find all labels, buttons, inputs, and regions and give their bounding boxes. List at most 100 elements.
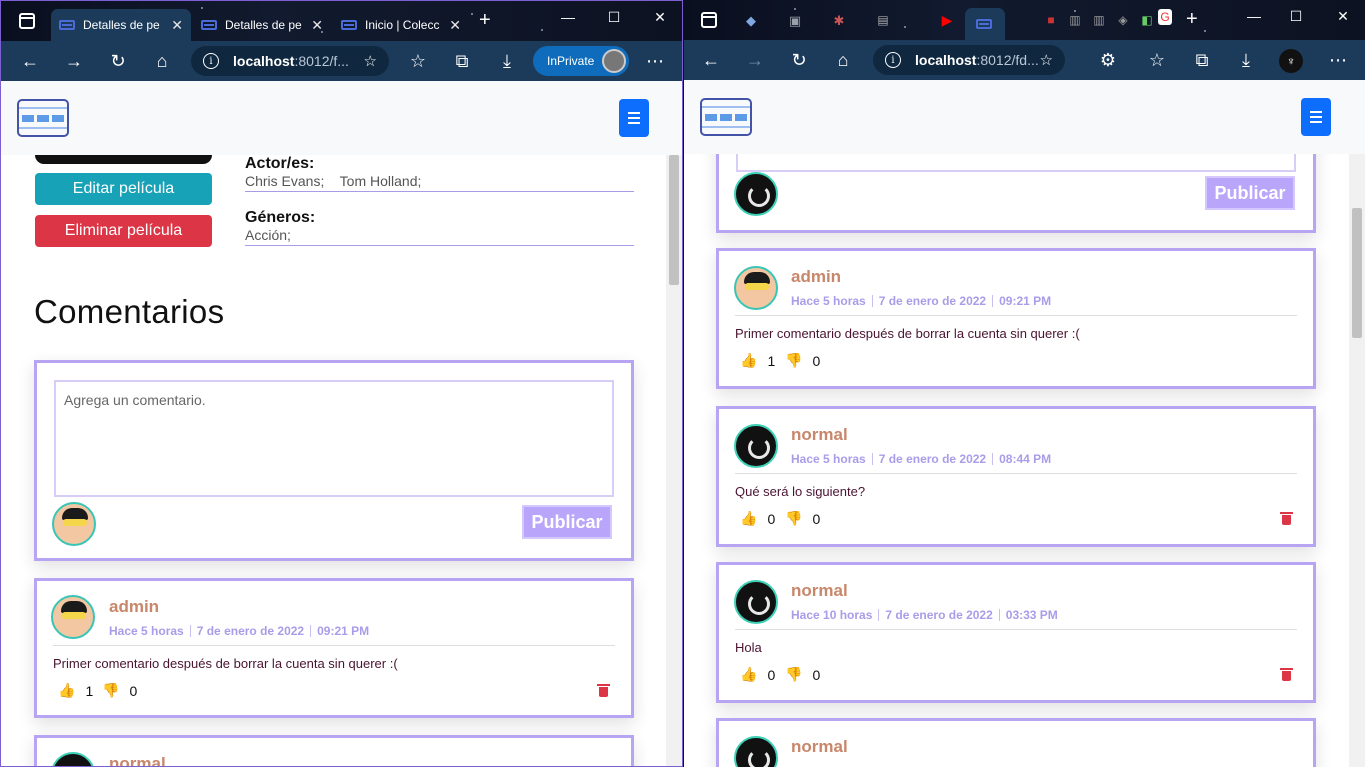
site-logo[interactable] [17, 99, 69, 137]
delete-comment-icon[interactable] [597, 684, 610, 697]
pinned-tab-icon[interactable]: ◆ [740, 9, 762, 31]
youtube-icon[interactable]: ▶ [936, 9, 958, 31]
url-field[interactable]: i localhost:8012/f... ☆ [191, 46, 389, 76]
left-browser-window: Detalles de pe ✕ Detalles de pe ✕ Inicio |… [0, 0, 683, 767]
comment-username[interactable]: admin [109, 597, 159, 617]
minimize-icon[interactable]: — [1240, 8, 1268, 24]
collections-icon[interactable]: ⧉ [1191, 49, 1213, 71]
close-tab-icon[interactable]: ✕ [171, 17, 183, 34]
new-tab-icon[interactable]: + [479, 10, 491, 30]
like-button[interactable]: 👍 1 [740, 352, 775, 369]
profile-avatar [602, 49, 626, 73]
forward-icon[interactable]: → [63, 50, 85, 72]
more-menu-icon[interactable]: ⋯ [1327, 49, 1349, 71]
back-icon[interactable]: ← [700, 49, 722, 71]
minimize-icon[interactable]: — [554, 9, 582, 25]
tab-inicio[interactable]: Inicio | Colecc ✕ [333, 9, 469, 41]
like-button[interactable]: 👍 1 [58, 682, 93, 699]
site-favicon-icon [976, 19, 992, 29]
pinned-tab-icon[interactable]: ◧ [1136, 9, 1158, 31]
add-favorite-icon[interactable]: ☆ [364, 52, 377, 70]
pinned-tab-icon[interactable]: ■ [1040, 9, 1062, 31]
comment-card: admin Hace 5 horas 7 de enero de 2022 09:2… [716, 248, 1316, 389]
actors-value: Chris Evans; Tom Holland; [245, 173, 634, 192]
downloads-icon[interactable]: ⤓ [496, 50, 518, 72]
url-field[interactable]: i localhost:8012/fd... ☆ [873, 45, 1065, 75]
comment-username[interactable]: normal [109, 754, 166, 766]
avatar [734, 424, 778, 468]
menu-toggle-button[interactable] [1301, 98, 1331, 136]
like-button[interactable]: 👍 0 [740, 666, 775, 683]
divider [735, 315, 1297, 316]
avatar [734, 266, 778, 310]
profile-avatar[interactable]: ♆ [1279, 49, 1303, 73]
new-tab-icon[interactable]: + [1186, 9, 1198, 29]
delete-movie-button[interactable]: Eliminar película [35, 215, 212, 247]
site-info-icon[interactable]: i [885, 52, 901, 68]
tab-actions-icon[interactable] [17, 11, 37, 31]
delete-comment-icon[interactable] [1280, 668, 1293, 681]
tab-bar: Detalles de pe ✕ Detalles de pe ✕ Inicio |… [1, 1, 682, 41]
comment-text: Primer comentario después de borrar la c… [53, 656, 398, 671]
comment-username[interactable]: admin [791, 267, 841, 287]
refresh-icon[interactable]: ↻ [788, 49, 810, 71]
tab-detalles-1[interactable]: Detalles de pe ✕ [51, 9, 191, 41]
inprivate-badge[interactable]: InPrivate [533, 46, 629, 76]
add-favorite-icon[interactable]: ☆ [1040, 51, 1053, 69]
more-menu-icon[interactable]: ⋯ [644, 50, 666, 72]
tab-actions-icon[interactable] [699, 10, 719, 30]
comment-card: admin Hace 5 horas 7 de enero de 2022 09:2… [34, 578, 634, 718]
pinned-tab-icon[interactable]: ▥ [1064, 9, 1086, 31]
downloads-icon[interactable]: ⤓ [1235, 49, 1257, 71]
home-icon[interactable]: ⌂ [832, 49, 854, 71]
refresh-icon[interactable]: ↻ [107, 50, 129, 72]
actors-label: Actor/es: [245, 155, 315, 172]
dislike-button[interactable]: 👎 0 [785, 666, 820, 683]
comment-username[interactable]: normal [791, 737, 848, 757]
site-navbar [684, 80, 1365, 154]
thumbs-down-icon: 👎 [785, 510, 803, 526]
site-navbar [1, 81, 682, 155]
favorites-icon[interactable]: ☆ [407, 50, 429, 72]
comment-input[interactable]: Agrega un comentario. [54, 380, 614, 497]
avatar [52, 502, 96, 546]
extensions-icon[interactable]: ⚙ [1097, 49, 1119, 71]
pinned-tab-icon[interactable]: ▣ [784, 9, 806, 31]
publish-button[interactable]: Publicar [1205, 176, 1295, 210]
comment-username[interactable]: normal [791, 425, 848, 445]
comment-username[interactable]: normal [791, 581, 848, 601]
back-icon[interactable]: ← [19, 50, 41, 72]
scrollbar[interactable] [1349, 154, 1365, 767]
edit-movie-button[interactable]: Editar película [35, 173, 212, 205]
forward-icon[interactable]: → [744, 49, 766, 71]
pinned-tab-icon[interactable]: ✱ [828, 9, 850, 31]
like-button[interactable]: 👍 0 [740, 510, 775, 527]
publish-button[interactable]: Publicar [522, 505, 612, 539]
tab-detalles-2[interactable]: Detalles de pe ✕ [193, 9, 331, 41]
home-icon[interactable]: ⌂ [151, 50, 173, 72]
collections-icon[interactable]: ⧉ [451, 50, 473, 72]
delete-comment-icon[interactable] [1280, 512, 1293, 525]
site-logo[interactable] [700, 98, 752, 136]
close-window-icon[interactable]: ✕ [1329, 8, 1357, 25]
maximize-icon[interactable]: ☐ [600, 9, 628, 26]
close-window-icon[interactable]: ✕ [646, 9, 674, 26]
dislike-button[interactable]: 👎 0 [102, 682, 137, 699]
pinned-tab-icon[interactable]: G [1158, 9, 1172, 25]
pinned-tab-icon[interactable]: ◈ [1112, 9, 1134, 31]
avatar [734, 172, 778, 216]
scrollbar[interactable] [666, 155, 682, 766]
active-tab[interactable] [965, 8, 1005, 40]
dislike-button[interactable]: 👎 0 [785, 352, 820, 369]
close-tab-icon[interactable]: ✕ [311, 17, 323, 34]
favorites-icon[interactable]: ☆ [1146, 49, 1168, 71]
pinned-tab-icon[interactable]: ▤ [872, 9, 894, 31]
site-info-icon[interactable]: i [203, 53, 219, 69]
close-tab-icon[interactable]: ✕ [449, 17, 461, 34]
divider [53, 645, 615, 646]
menu-toggle-button[interactable] [619, 99, 649, 137]
maximize-icon[interactable]: ☐ [1282, 8, 1310, 25]
comment-card: normal [34, 735, 634, 766]
pinned-tab-icon[interactable]: ▥ [1088, 9, 1110, 31]
dislike-button[interactable]: 👎 0 [785, 510, 820, 527]
